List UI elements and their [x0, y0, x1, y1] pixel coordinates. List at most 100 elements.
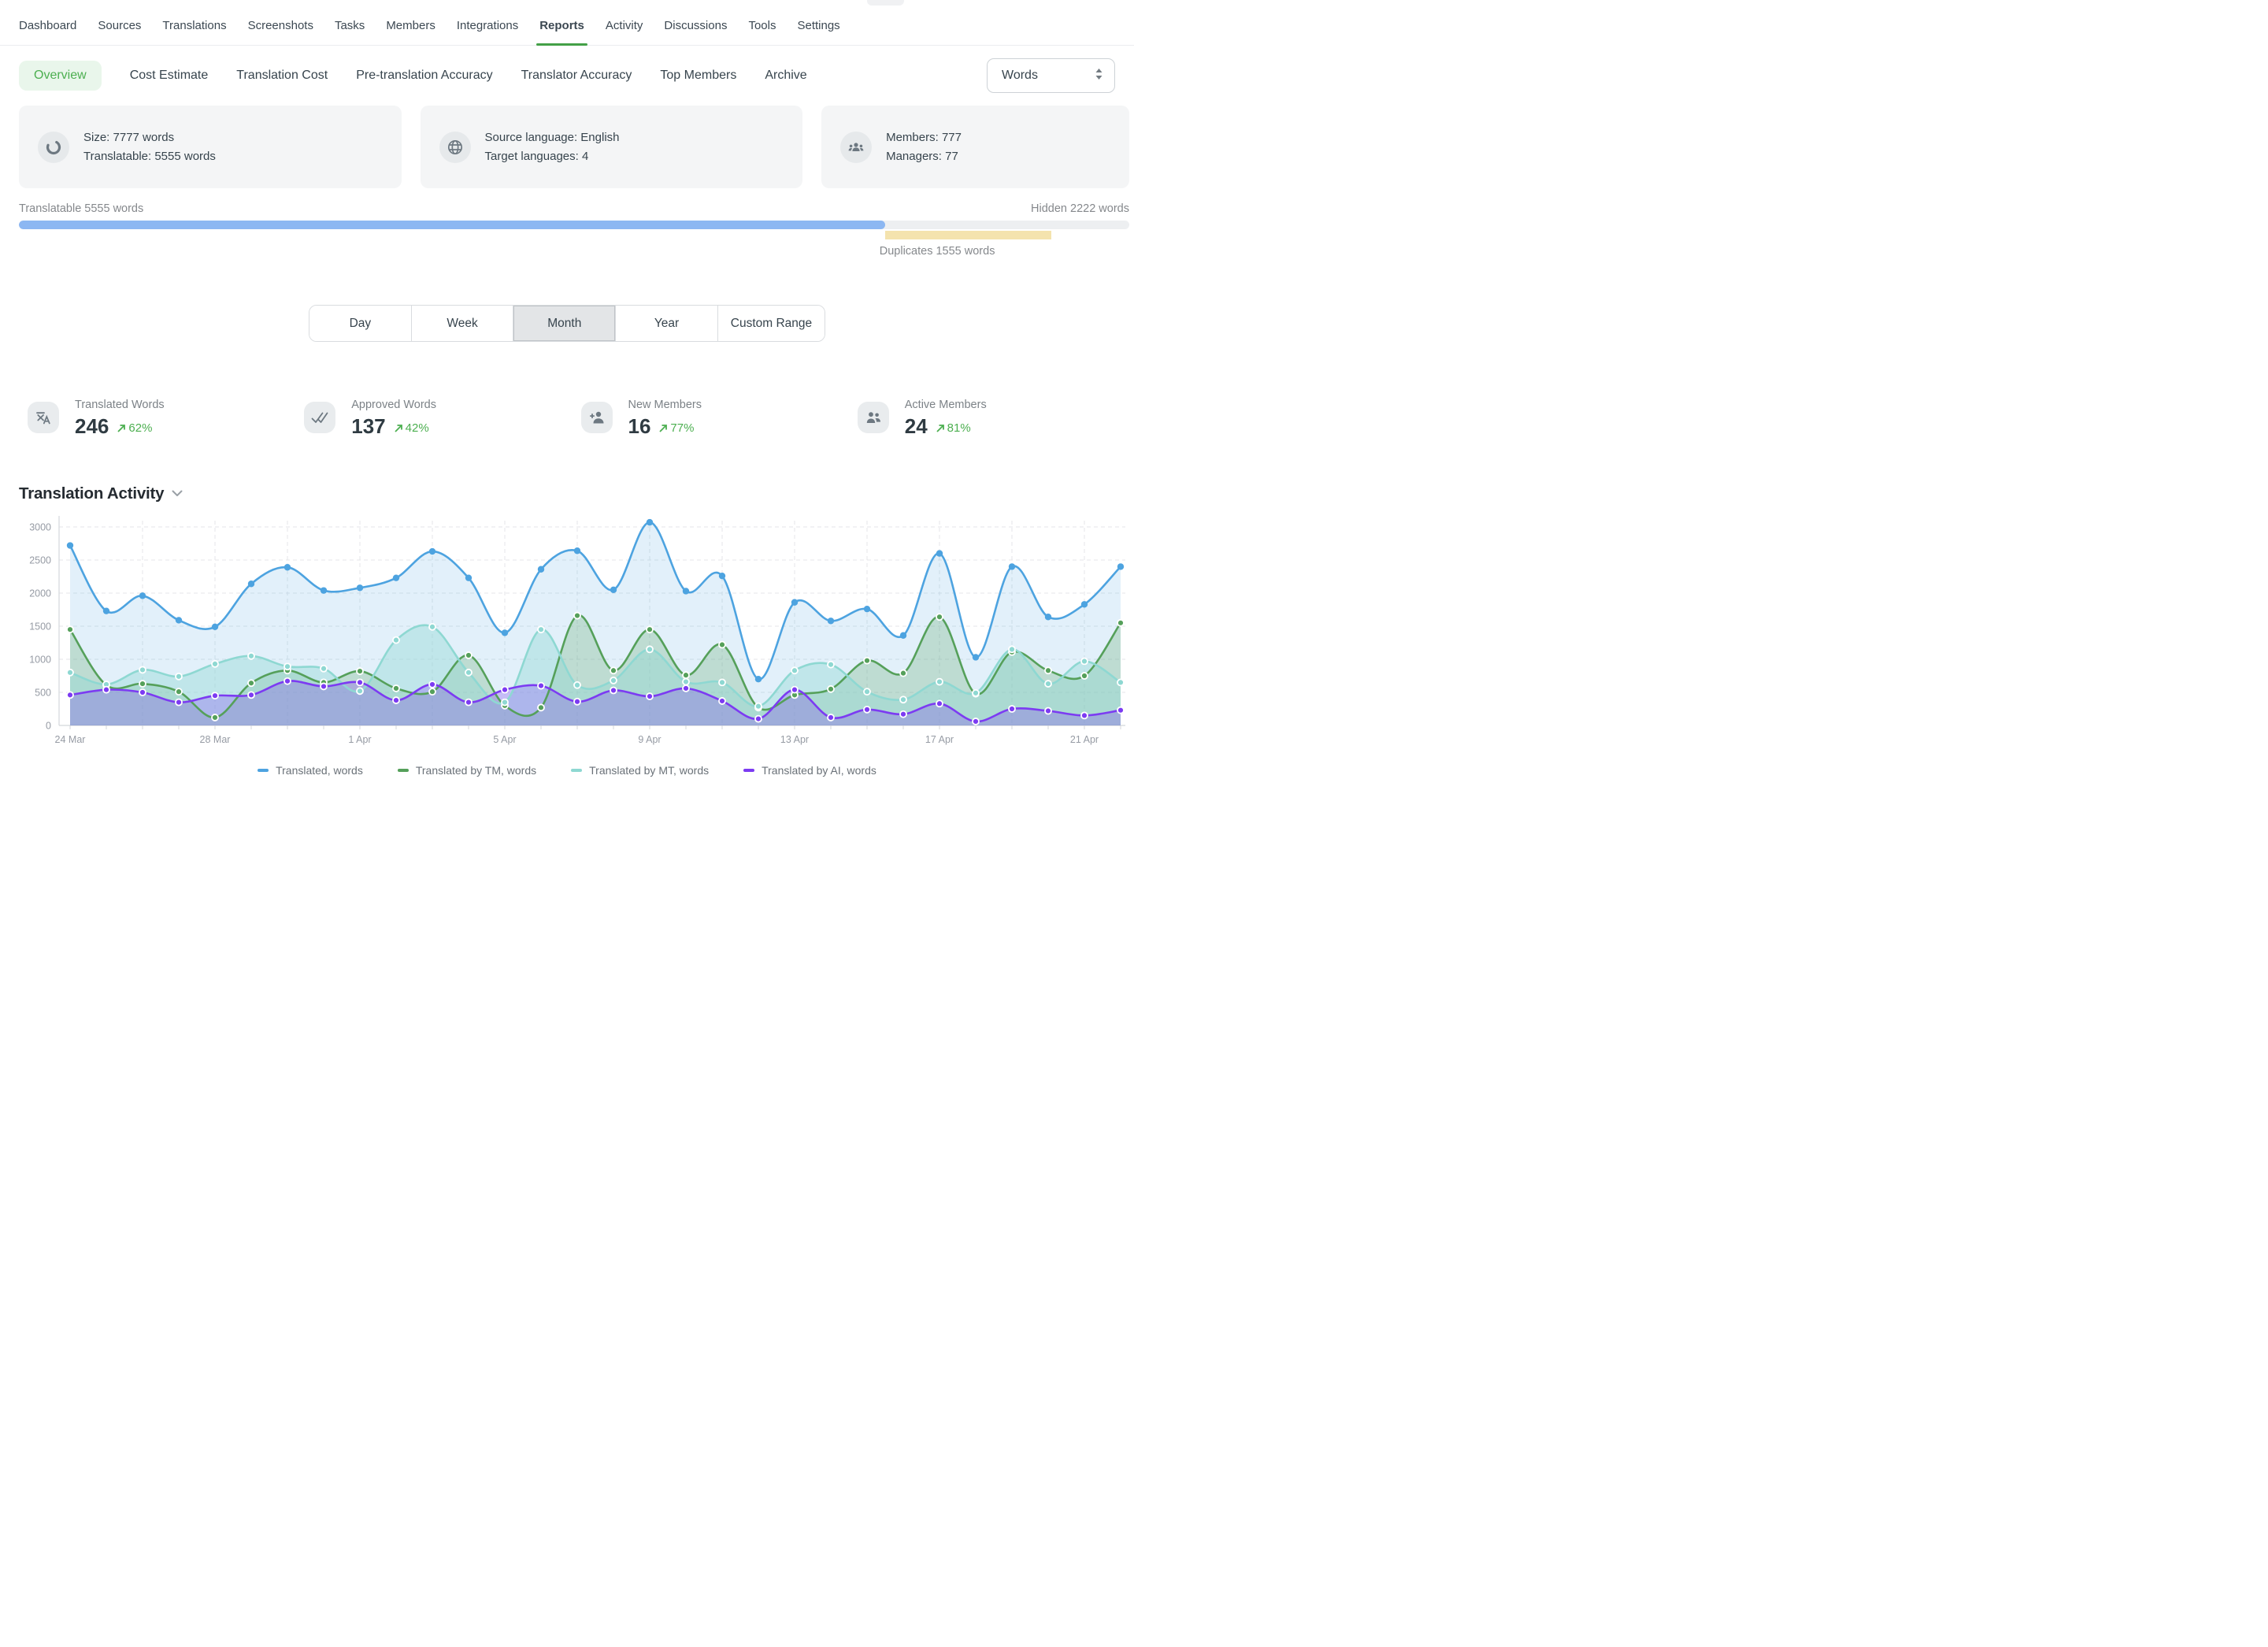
translated-words-stat: Translated Words 246 62% — [28, 399, 304, 439]
globe-icon — [439, 132, 471, 163]
stat-label: Active Members — [905, 399, 987, 411]
svg-text:13 Apr: 13 Apr — [780, 734, 809, 745]
translation-activity-chart: 0 500 1000 1500 2000 2500 3000 24 Mar 28 Mar 1 Ap… — [0, 506, 1134, 777]
words-breakdown: Translatable 5555 words Hidden 2222 word… — [0, 188, 1134, 258]
trend-up-icon — [936, 423, 946, 433]
people-icon — [858, 402, 889, 433]
top-navigation: Dashboard Sources Translations Screensho… — [0, 0, 1134, 46]
tab-translation-cost[interactable]: Translation Cost — [236, 69, 328, 83]
range-tab-month[interactable]: Month — [513, 306, 615, 341]
words-progress-track — [19, 221, 1129, 229]
legend-marker-icon — [743, 769, 754, 773]
range-tab-year[interactable]: Year — [615, 306, 717, 341]
svg-text:9 Apr: 9 Apr — [638, 734, 661, 745]
svg-text:1500: 1500 — [29, 621, 51, 632]
svg-text:21 Apr: 21 Apr — [1070, 734, 1099, 745]
nav-item-activity[interactable]: Activity — [606, 19, 643, 45]
select-updown-icon — [1095, 68, 1103, 84]
nav-item-tasks[interactable]: Tasks — [335, 19, 365, 45]
nav-item-translations[interactable]: Translations — [162, 19, 226, 45]
svg-text:2500: 2500 — [29, 555, 51, 566]
double-check-icon — [304, 402, 335, 433]
svg-text:28 Mar: 28 Mar — [200, 734, 231, 745]
svg-text:5 Apr: 5 Apr — [493, 734, 516, 745]
legend-item[interactable]: Translated, words — [258, 764, 363, 777]
svg-text:3000: 3000 — [29, 522, 51, 533]
nav-item-discussions[interactable]: Discussions — [664, 19, 727, 45]
translatable-line: Translatable: 5555 words — [83, 147, 216, 165]
nav-item-members[interactable]: Members — [386, 19, 435, 45]
nav-item-integrations[interactable]: Integrations — [457, 19, 518, 45]
loader-icon — [38, 132, 69, 163]
nav-item-screenshots[interactable]: Screenshots — [248, 19, 313, 45]
active-members-stat: Active Members 24 81% — [858, 399, 1134, 439]
legend-label: Translated by TM, words — [416, 764, 536, 777]
person-add-icon — [581, 402, 613, 433]
nav-item-dashboard[interactable]: Dashboard — [19, 19, 76, 45]
tab-pretranslation-accuracy[interactable]: Pre-translation Accuracy — [356, 69, 492, 83]
tab-overview[interactable]: Overview — [19, 61, 102, 91]
range-tab-custom[interactable]: Custom Range — [717, 306, 825, 341]
stat-delta: 42% — [406, 421, 429, 435]
chevron-down-icon[interactable] — [172, 487, 183, 501]
stat-label: New Members — [628, 399, 702, 411]
svg-text:500: 500 — [35, 688, 51, 699]
svg-text:1 Apr: 1 Apr — [348, 734, 371, 745]
approved-words-stat: Approved Words 137 42% — [304, 399, 580, 439]
tab-cost-estimate[interactable]: Cost Estimate — [130, 69, 209, 83]
legend-marker-icon — [258, 769, 269, 773]
stat-cards: Translated Words 246 62% Approved Words … — [0, 342, 1134, 439]
stat-delta: 62% — [128, 421, 152, 435]
svg-text:17 Apr: 17 Apr — [925, 734, 954, 745]
nav-item-tools[interactable]: Tools — [748, 19, 776, 45]
section-title: Translation Activity — [19, 484, 164, 503]
svg-text:24 Mar: 24 Mar — [55, 734, 86, 745]
nav-item-reports[interactable]: Reports — [539, 19, 584, 45]
translate-icon — [28, 402, 59, 433]
trend-up-icon — [117, 423, 127, 433]
project-info-cards: Size: 7777 words Translatable: 5555 word… — [0, 93, 1134, 188]
svg-text:2000: 2000 — [29, 588, 51, 599]
nav-item-sources[interactable]: Sources — [98, 19, 141, 45]
svg-text:1000: 1000 — [29, 655, 51, 666]
tab-translator-accuracy[interactable]: Translator Accuracy — [521, 69, 632, 83]
svg-text:0: 0 — [46, 721, 51, 732]
tab-archive[interactable]: Archive — [765, 69, 806, 83]
duplicates-bar — [885, 231, 1052, 239]
range-tab-week[interactable]: Week — [411, 306, 513, 341]
stat-delta: 81% — [947, 421, 971, 435]
reports-page: Dashboard Sources Translations Screensho… — [0, 0, 1134, 824]
legend-label: Translated by MT, words — [589, 764, 709, 777]
new-members-stat: New Members 16 77% — [581, 399, 858, 439]
unit-select[interactable]: Words — [987, 58, 1115, 93]
stat-value: 137 — [351, 414, 385, 439]
people-group-icon — [840, 132, 872, 163]
translatable-label: Translatable 5555 words — [19, 202, 143, 215]
members-line: Members: 777 — [886, 128, 962, 147]
legend-item[interactable]: Translated by AI, words — [743, 764, 876, 777]
managers-line: Managers: 77 — [886, 147, 962, 165]
stat-value: 16 — [628, 414, 651, 439]
range-tab-day[interactable]: Day — [309, 306, 411, 341]
duplicates-label: Duplicates 1555 words — [880, 245, 1129, 258]
language-card: Source language: English Target language… — [421, 106, 803, 188]
nav-item-settings[interactable]: Settings — [797, 19, 839, 45]
activity-chart-svg: 0 500 1000 1500 2000 2500 3000 24 Mar 28 Mar 1 Ap… — [0, 506, 1134, 755]
chart-legend: Translated, words Translated by TM, words… — [0, 764, 1134, 777]
members-card: Members: 777 Managers: 77 — [821, 106, 1129, 188]
legend-label: Translated by AI, words — [762, 764, 876, 777]
partial-header-element — [867, 0, 904, 6]
stat-label: Translated Words — [75, 399, 165, 411]
legend-item[interactable]: Translated by TM, words — [398, 764, 536, 777]
legend-item[interactable]: Translated by MT, words — [571, 764, 709, 777]
legend-marker-icon — [398, 769, 409, 773]
reports-subnav: Overview Cost Estimate Translation Cost … — [0, 46, 1134, 93]
date-range-tabs: Day Week Month Year Custom Range — [309, 305, 825, 342]
stat-label: Approved Words — [351, 399, 436, 411]
stat-value: 246 — [75, 414, 109, 439]
translatable-progress-fill — [19, 221, 885, 229]
stat-delta: 77% — [670, 421, 694, 435]
source-language-line: Source language: English — [485, 128, 620, 147]
tab-top-members[interactable]: Top Members — [660, 69, 736, 83]
stat-value: 24 — [905, 414, 928, 439]
